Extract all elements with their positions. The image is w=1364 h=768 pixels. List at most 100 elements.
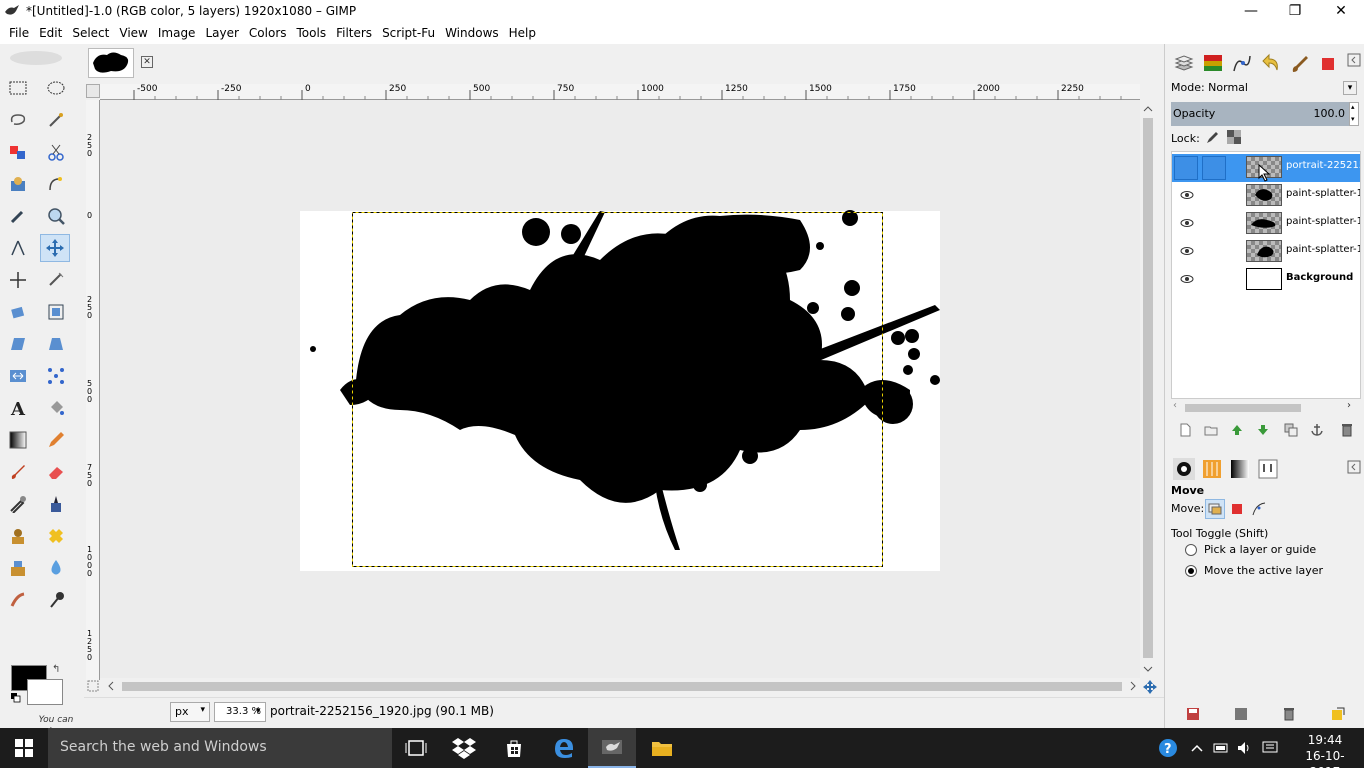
- layer-mode-select[interactable]: Mode: Normal ▾: [1169, 78, 1359, 98]
- store-icon[interactable]: [490, 728, 538, 768]
- clone-tool-icon[interactable]: [6, 524, 30, 548]
- layer-name[interactable]: paint-splatter-16.: [1286, 216, 1360, 227]
- layer-name[interactable]: portrait-2252156_: [1286, 160, 1360, 171]
- task-view-icon[interactable]: [392, 728, 440, 768]
- menu-select[interactable]: Select: [67, 26, 114, 40]
- eye-icon[interactable]: [1180, 188, 1194, 202]
- eye-icon[interactable]: [1180, 272, 1194, 286]
- vertical-scroll-thumb[interactable]: [1143, 118, 1153, 658]
- opacity-value[interactable]: 100.0: [1314, 107, 1346, 120]
- layer-name[interactable]: paint-splatter-17.: [1286, 188, 1360, 199]
- heal-tool-icon[interactable]: [44, 524, 68, 548]
- canvas-vertical-scrollbar[interactable]: [1140, 100, 1156, 678]
- fuzzy-select-tool-icon[interactable]: [44, 108, 68, 132]
- menu-filters[interactable]: Filters: [331, 26, 377, 40]
- select-by-color-tool-icon[interactable]: [6, 140, 30, 164]
- layer-row[interactable]: paint-splatter-16.: [1172, 210, 1360, 238]
- dock-menu-icon[interactable]: [1347, 53, 1361, 75]
- lower-layer-icon[interactable]: [1255, 422, 1271, 438]
- pick-layer-option[interactable]: Pick a layer or guide: [1185, 543, 1316, 556]
- menu-view[interactable]: View: [114, 26, 152, 40]
- dropbox-icon[interactable]: [440, 728, 488, 768]
- paths-tool-icon[interactable]: [44, 172, 68, 196]
- unit-select[interactable]: px ▾: [170, 702, 210, 722]
- minimize-button[interactable]: —: [1228, 0, 1274, 22]
- eraser-tool-icon[interactable]: [44, 460, 68, 484]
- close-tab-icon[interactable]: ✕: [141, 56, 153, 68]
- layer-row[interactable]: paint-splatter-15.: [1172, 238, 1360, 266]
- perspective-clone-tool-icon[interactable]: [6, 556, 30, 580]
- menu-image[interactable]: Image: [153, 26, 201, 40]
- menu-colors[interactable]: Colors: [244, 26, 292, 40]
- gradients-tab-icon[interactable]: [1229, 458, 1251, 480]
- menu-file[interactable]: File: [4, 26, 34, 40]
- layer-chain-toggle[interactable]: [1202, 156, 1226, 180]
- close-button[interactable]: ✕: [1318, 0, 1364, 22]
- horizontal-scroll-thumb[interactable]: [122, 682, 1122, 691]
- layer-row[interactable]: paint-splatter-17.: [1172, 182, 1360, 210]
- action-center-icon[interactable]: [1262, 740, 1278, 756]
- radio-button[interactable]: [1185, 543, 1197, 556]
- layers-tab-icon[interactable]: [1173, 53, 1195, 75]
- radio-button[interactable]: [1185, 564, 1197, 577]
- save-options-icon[interactable]: [1186, 707, 1200, 721]
- duplicate-layer-icon[interactable]: [1283, 422, 1299, 438]
- mode-dropdown-icon[interactable]: ▾: [1343, 81, 1357, 95]
- layers-horizontal-scrollbar[interactable]: ‹ ›: [1171, 400, 1355, 414]
- layer-row[interactable]: portrait-2252156_: [1172, 154, 1360, 182]
- delete-layer-icon[interactable]: [1339, 422, 1355, 438]
- start-button[interactable]: [0, 728, 48, 768]
- paintbrush-tool-icon[interactable]: [6, 460, 30, 484]
- volume-icon[interactable]: [1236, 740, 1252, 756]
- perspective-tool-icon[interactable]: [44, 332, 68, 356]
- battery-icon[interactable]: [1213, 740, 1229, 756]
- ink-tool-icon[interactable]: [44, 492, 68, 516]
- dodge-burn-tool-icon[interactable]: [44, 588, 68, 612]
- menu-edit[interactable]: Edit: [34, 26, 67, 40]
- tool-options-tab-icon[interactable]: [1173, 458, 1195, 480]
- move-selection-mode-icon[interactable]: [1227, 499, 1247, 519]
- color-picker-tool-icon[interactable]: [6, 204, 30, 228]
- new-layer-icon[interactable]: [1177, 422, 1193, 438]
- channels-tab-icon[interactable]: [1202, 53, 1224, 75]
- align-tool-icon[interactable]: [6, 268, 30, 292]
- images-tab-icon[interactable]: [1257, 458, 1279, 480]
- shear-tool-icon[interactable]: [6, 332, 30, 356]
- scale-tool-icon[interactable]: [44, 300, 68, 324]
- cage-transform-tool-icon[interactable]: [44, 364, 68, 388]
- new-layer-group-icon[interactable]: [1203, 422, 1219, 438]
- menu-tools[interactable]: Tools: [292, 26, 332, 40]
- file-explorer-icon[interactable]: [638, 728, 686, 768]
- ellipse-select-tool-icon[interactable]: [44, 76, 68, 100]
- show-hidden-icons-icon[interactable]: [1189, 740, 1205, 756]
- help-icon[interactable]: ?: [1158, 738, 1178, 758]
- zoom-dropdown-icon[interactable]: ▾: [256, 706, 261, 716]
- flip-tool-icon[interactable]: [6, 364, 30, 388]
- undo-history-tab-icon[interactable]: [1260, 53, 1282, 75]
- layer-visibility-toggle[interactable]: [1174, 156, 1198, 180]
- canvas-horizontal-scrollbar[interactable]: [100, 678, 1140, 694]
- device-status-tab-icon[interactable]: [1201, 458, 1223, 480]
- text-tool-icon[interactable]: A: [6, 396, 30, 420]
- patterns-tab-icon[interactable]: [1317, 53, 1339, 75]
- lock-alpha-icon[interactable]: [1227, 130, 1241, 144]
- rotate-tool-icon[interactable]: [6, 300, 30, 324]
- blur-tool-icon[interactable]: [44, 556, 68, 580]
- menu-help[interactable]: Help: [504, 26, 541, 40]
- bucket-fill-tool-icon[interactable]: [44, 396, 68, 420]
- free-select-tool-icon[interactable]: [6, 108, 30, 132]
- brushes-tab-icon[interactable]: [1289, 53, 1311, 75]
- horizontal-ruler[interactable]: -500 -250 0 250 500 750 1000 1250 1500 1…: [100, 84, 1140, 100]
- gimp-taskbar-icon[interactable]: [588, 728, 636, 768]
- opacity-slider[interactable]: Opacity 100.0: [1171, 102, 1349, 126]
- image-tab-thumbnail[interactable]: [88, 48, 134, 78]
- move-tool-icon[interactable]: [40, 234, 70, 262]
- menu-layer[interactable]: Layer: [200, 26, 243, 40]
- eye-icon[interactable]: [1180, 216, 1194, 230]
- smudge-tool-icon[interactable]: [6, 588, 30, 612]
- navigate-icon[interactable]: [1143, 680, 1157, 694]
- opacity-spinner[interactable]: ▴ ▾: [1349, 102, 1359, 126]
- canvas-area[interactable]: [100, 100, 1140, 678]
- delete-options-icon[interactable]: [1282, 707, 1296, 721]
- paths-tab-icon[interactable]: [1231, 53, 1253, 75]
